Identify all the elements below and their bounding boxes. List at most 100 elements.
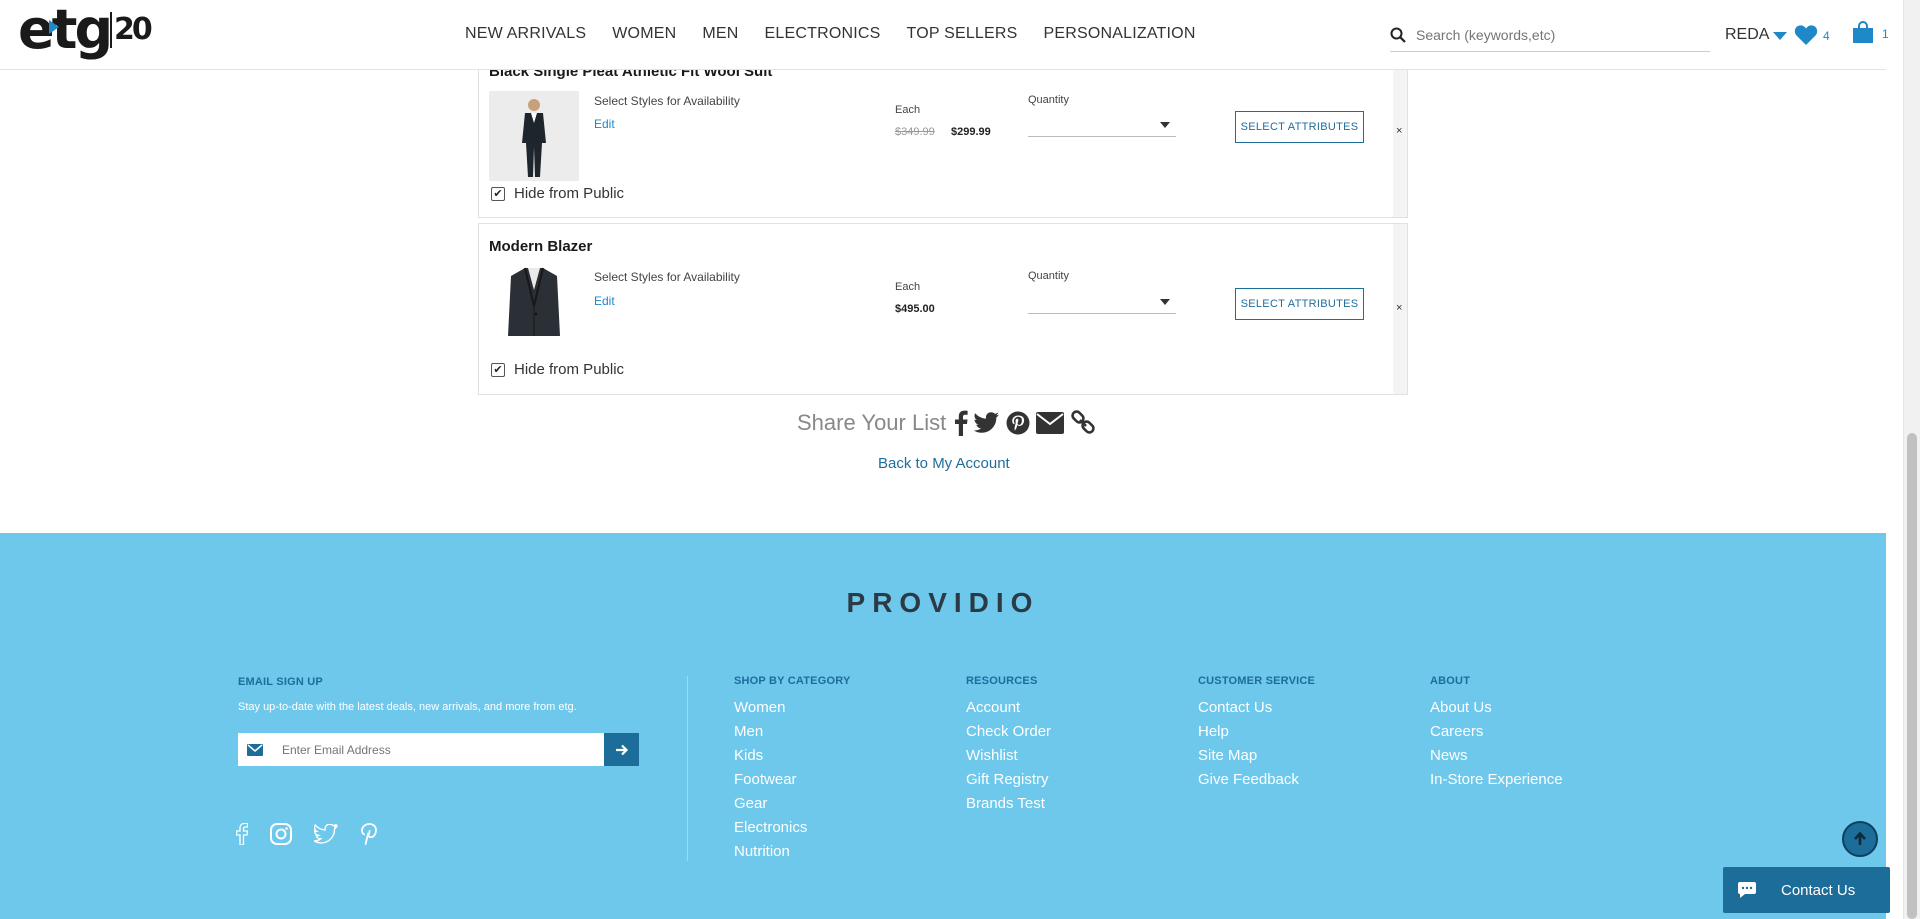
email-signup-text: Stay up-to-date with the latest deals, n… <box>238 701 577 713</box>
hide-from-public-option[interactable]: ✔ Hide from Public <box>491 185 624 202</box>
footer-link-in-store-experience[interactable]: In-Store Experience <box>1430 768 1563 792</box>
footer-link-careers[interactable]: Careers <box>1430 720 1563 744</box>
chevron-down-icon[interactable] <box>1773 32 1787 40</box>
hide-from-public-option[interactable]: ✔ Hide from Public <box>491 361 624 378</box>
nav-electronics[interactable]: ELECTRONICS <box>765 25 881 43</box>
nav-men[interactable]: MEN <box>702 25 738 43</box>
hide-from-public-checkbox[interactable]: ✔ <box>491 362 505 377</box>
footer-link-kids[interactable]: Kids <box>734 744 850 768</box>
page-scrollbar[interactable] <box>1903 0 1920 919</box>
quantity-label: Quantity <box>1028 94 1069 106</box>
instagram-icon[interactable] <box>270 823 292 845</box>
each-label: Each <box>895 104 921 116</box>
contact-us-chat-button[interactable]: Contact Us <box>1723 867 1890 913</box>
edit-link[interactable]: Edit <box>594 117 615 131</box>
twitter-icon[interactable] <box>314 824 338 844</box>
arrow-right-icon <box>615 744 628 755</box>
footer-link-women[interactable]: Women <box>734 696 850 720</box>
back-to-top-button[interactable] <box>1842 821 1878 857</box>
footer-column-about: ABOUT About Us Careers News In-Store Exp… <box>1430 675 1563 792</box>
email-submit-button[interactable] <box>604 733 639 766</box>
wishlist-count: 4 <box>1823 29 1830 43</box>
footer-link-give-feedback[interactable]: Give Feedback <box>1198 768 1315 792</box>
hide-from-public-label: Hide from Public <box>514 361 625 378</box>
footer-link-account[interactable]: Account <box>966 696 1051 720</box>
site-footer: PROVIDIO EMAIL SIGN UP Stay up-to-date w… <box>0 533 1886 919</box>
link-icon[interactable] <box>1070 410 1096 436</box>
edit-link[interactable]: Edit <box>594 294 615 308</box>
footer-link-help[interactable]: Help <box>1198 720 1315 744</box>
footer-column-heading: RESOURCES <box>966 675 1038 687</box>
logo-text: etg <box>18 0 113 61</box>
footer-column-heading: CUSTOMER SERVICE <box>1198 675 1316 687</box>
shopping-bag-icon[interactable] <box>1851 20 1875 49</box>
sale-price: $299.99 <box>951 126 991 138</box>
footer-link-men[interactable]: Men <box>734 720 850 744</box>
footer-link-check-order[interactable]: Check Order <box>966 720 1051 744</box>
original-price: $349.99 <box>895 126 935 138</box>
remove-item-button[interactable]: × <box>1396 302 1402 314</box>
quantity-select[interactable] <box>1028 290 1176 314</box>
share-list-label: Share Your List <box>797 410 947 435</box>
footer-column-shop: SHOP BY CATEGORY Women Men Kids Footwear… <box>734 675 850 864</box>
footer-link-site-map[interactable]: Site Map <box>1198 744 1315 768</box>
back-to-account-link[interactable]: Back to My Account <box>878 455 1010 472</box>
footer-divider <box>687 676 688 861</box>
nav-personalization[interactable]: PERSONALIZATION <box>1044 25 1196 43</box>
chat-icon <box>1738 882 1756 898</box>
quantity-label: Quantity <box>1028 270 1069 282</box>
hide-from-public-checkbox[interactable]: ✔ <box>491 186 505 201</box>
suit-product-image[interactable] <box>489 91 579 181</box>
footer-column-heading: SHOP BY CATEGORY <box>734 675 851 687</box>
nav-top-sellers[interactable]: TOP SELLERS <box>907 25 1018 43</box>
footer-link-gift-registry[interactable]: Gift Registry <box>966 768 1051 792</box>
footer-link-gear[interactable]: Gear <box>734 792 850 816</box>
logo-anniversary-badge: 20 <box>110 12 153 48</box>
styles-availability-label: Select Styles for Availability <box>594 270 740 284</box>
footer-link-wishlist[interactable]: Wishlist <box>966 744 1051 768</box>
scrollbar-thumb[interactable] <box>1907 433 1917 919</box>
select-attributes-button[interactable]: SELECT ATTRIBUTES <box>1235 288 1364 320</box>
search-icon[interactable] <box>1390 27 1406 43</box>
item-price: $495.00 <box>895 303 935 315</box>
footer-link-brands-test[interactable]: Brands Test <box>966 792 1051 816</box>
footer-link-nutrition[interactable]: Nutrition <box>734 840 850 864</box>
footer-link-news[interactable]: News <box>1430 744 1563 768</box>
search-bar <box>1390 18 1710 52</box>
etg-logo[interactable]: etg 20 <box>18 0 158 66</box>
pinterest-icon[interactable] <box>360 823 378 845</box>
site-header: etg 20 NEW ARRIVALS WOMEN MEN ELECTRONIC… <box>0 0 1889 70</box>
arrow-up-icon <box>1854 831 1866 845</box>
styles-availability-label: Select Styles for Availability <box>594 94 740 108</box>
facebook-icon[interactable] <box>236 823 248 845</box>
wishlist-heart-icon[interactable] <box>1794 24 1818 51</box>
logo-play-icon <box>49 20 59 34</box>
select-attributes-button[interactable]: SELECT ATTRIBUTES <box>1235 111 1364 143</box>
dropdown-arrow-icon <box>1160 299 1170 305</box>
footer-link-about-us[interactable]: About Us <box>1430 696 1563 720</box>
footer-column-resources: RESOURCES Account Check Order Wishlist G… <box>966 675 1051 816</box>
hide-from-public-label: Hide from Public <box>514 185 625 202</box>
footer-link-footwear[interactable]: Footwear <box>734 768 850 792</box>
footer-link-contact-us[interactable]: Contact Us <box>1198 696 1315 720</box>
blazer-product-image[interactable] <box>507 266 561 338</box>
nav-new-arrivals[interactable]: NEW ARRIVALS <box>465 25 586 43</box>
quantity-select[interactable] <box>1028 113 1176 137</box>
cart-count: 1 <box>1882 27 1889 41</box>
facebook-icon[interactable] <box>954 410 968 436</box>
email-signup-field <box>238 733 605 766</box>
twitter-icon[interactable] <box>974 412 1000 434</box>
footer-link-electronics[interactable]: Electronics <box>734 816 850 840</box>
remove-item-button[interactable]: × <box>1396 125 1402 137</box>
footer-social-links <box>236 823 400 845</box>
search-input[interactable] <box>1416 26 1696 43</box>
email-input[interactable] <box>282 733 592 766</box>
user-menu[interactable]: REDA <box>1725 26 1769 44</box>
pinterest-icon[interactable] <box>1006 411 1030 435</box>
item-title[interactable]: Modern Blazer <box>489 238 592 255</box>
nav-women[interactable]: WOMEN <box>612 25 676 43</box>
footer-brand: PROVIDIO <box>846 587 1040 618</box>
main-nav: NEW ARRIVALS WOMEN MEN ELECTRONICS TOP S… <box>465 25 1222 43</box>
footer-column-customer-service: CUSTOMER SERVICE Contact Us Help Site Ma… <box>1198 675 1315 792</box>
email-share-icon[interactable] <box>1036 412 1065 434</box>
